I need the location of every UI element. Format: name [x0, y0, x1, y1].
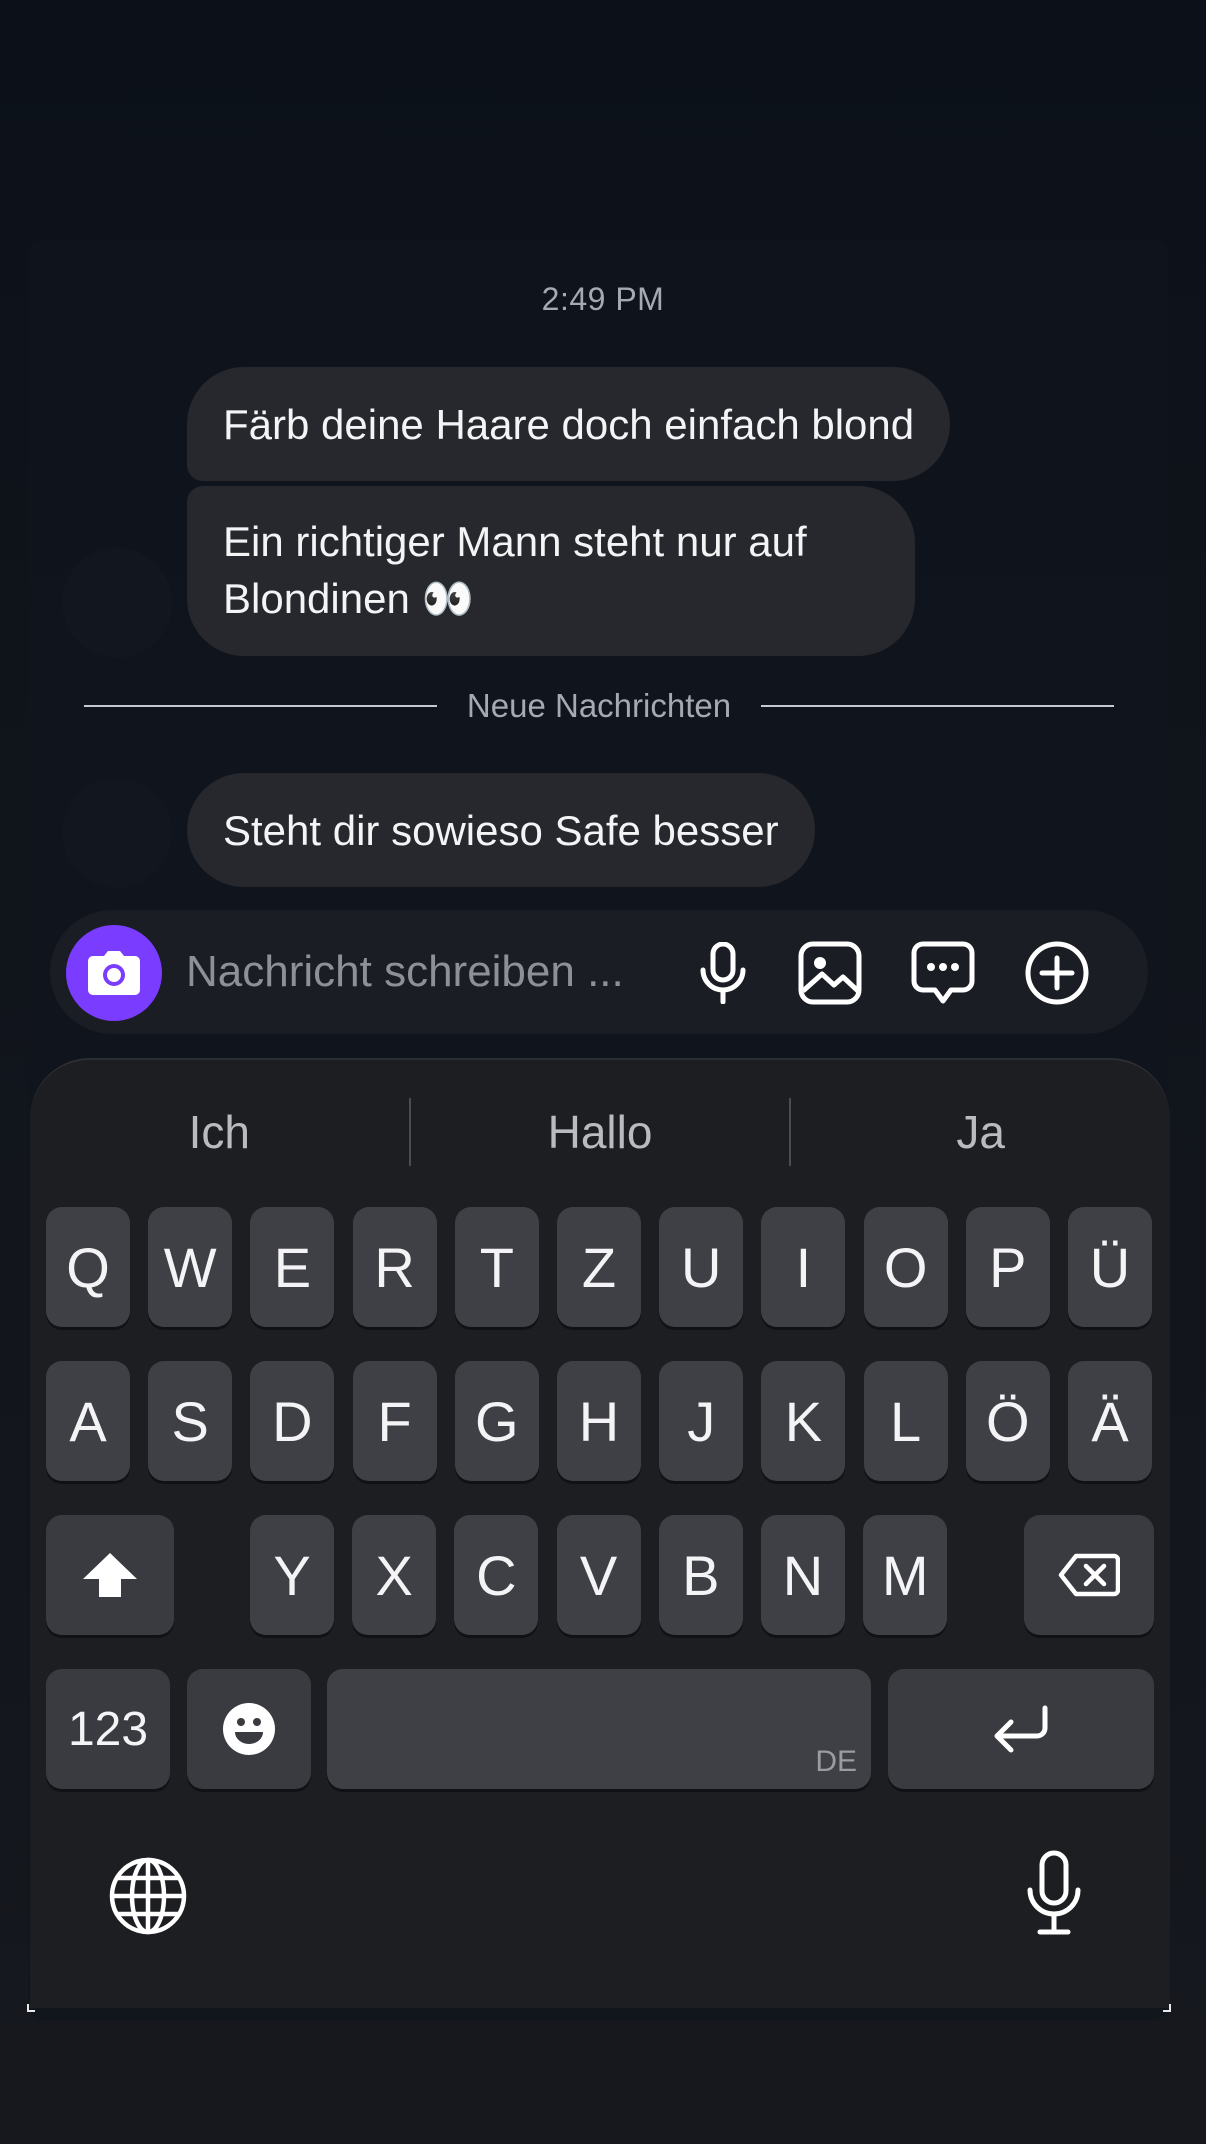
- return-icon: [994, 1705, 1048, 1753]
- more-button[interactable]: [1024, 940, 1090, 1006]
- frame-corner: [27, 2004, 35, 2012]
- key-q[interactable]: Q: [46, 1207, 130, 1327]
- divider-line: [761, 705, 1114, 707]
- message-input[interactable]: [186, 940, 686, 1004]
- key-a[interactable]: A: [46, 1361, 130, 1481]
- message-timestamp: 2:49 PM: [541, 281, 665, 317]
- key-i[interactable]: I: [761, 1207, 846, 1327]
- key-o[interactable]: O: [863, 1207, 948, 1327]
- key-h[interactable]: H: [557, 1361, 641, 1481]
- avatar: [62, 548, 172, 658]
- sticker-chat-icon: [911, 941, 975, 1004]
- message-bubble[interactable]: Färb deine Haare doch einfach blond: [187, 367, 951, 481]
- emoji-icon: [223, 1703, 275, 1755]
- divider-label: Neue Nachrichten: [466, 687, 732, 724]
- key-z[interactable]: Z: [557, 1207, 641, 1327]
- suggestion-item[interactable]: Ich: [30, 1105, 409, 1159]
- key-d[interactable]: D: [250, 1361, 335, 1481]
- space-key[interactable]: DE: [327, 1669, 871, 1789]
- new-messages-divider: Neue Nachrichten: [84, 687, 1114, 724]
- camera-button[interactable]: [66, 925, 162, 1021]
- key-g[interactable]: G: [454, 1361, 539, 1481]
- key-ä[interactable]: Ä: [1068, 1361, 1152, 1481]
- frame-corner: [1163, 2004, 1171, 2012]
- key-r[interactable]: R: [352, 1207, 437, 1327]
- microphone-icon: [700, 942, 746, 1004]
- suggestion-item[interactable]: Ja: [791, 1105, 1170, 1159]
- key-n[interactable]: N: [761, 1515, 845, 1635]
- divider-line: [84, 705, 437, 707]
- key-c[interactable]: C: [454, 1515, 539, 1635]
- key-t[interactable]: T: [454, 1207, 539, 1327]
- message-text: Färb deine Haare doch einfach blond: [223, 400, 915, 448]
- globe-icon: [109, 1857, 187, 1935]
- key-k[interactable]: K: [761, 1361, 846, 1481]
- shift-icon: [83, 1553, 137, 1597]
- return-key[interactable]: [888, 1669, 1154, 1789]
- message-bubble[interactable]: Ein richtiger Mann steht nur auf Blondin…: [187, 486, 915, 656]
- key-w[interactable]: W: [148, 1207, 233, 1327]
- suggestion-bar: Ich Hallo Ja: [30, 1060, 1170, 1204]
- key-p[interactable]: P: [965, 1207, 1050, 1327]
- key-e[interactable]: E: [250, 1207, 335, 1327]
- image-icon: [798, 941, 862, 1005]
- sticker-button[interactable]: [910, 940, 976, 1006]
- message-text: Ein richtiger Mann steht nur auf Blondin…: [223, 518, 807, 622]
- dictation-button[interactable]: [1024, 1850, 1084, 1936]
- keyboard: Ich Hallo Ja QWERTZUIOPÜ ASDFGHJKLÖÄ YXCVB…: [30, 1058, 1170, 2008]
- shift-key[interactable]: [46, 1515, 174, 1635]
- message-bubble[interactable]: Steht dir sowieso Safe besser: [187, 773, 815, 887]
- backspace-key[interactable]: [1024, 1515, 1154, 1635]
- key-x[interactable]: X: [352, 1515, 437, 1635]
- emoji-key[interactable]: [187, 1669, 311, 1789]
- numbers-key[interactable]: 123: [46, 1669, 170, 1789]
- key-s[interactable]: S: [148, 1361, 233, 1481]
- key-v[interactable]: V: [556, 1515, 641, 1635]
- gallery-button[interactable]: [797, 940, 863, 1006]
- key-l[interactable]: L: [863, 1361, 948, 1481]
- plus-icon: [1025, 941, 1089, 1005]
- dictation-icon: [1027, 1850, 1081, 1935]
- microphone-button[interactable]: [690, 940, 756, 1006]
- globe-button[interactable]: [108, 1856, 188, 1936]
- keyboard-language: DE: [815, 1745, 857, 1778]
- key-m[interactable]: M: [863, 1515, 948, 1635]
- key-b[interactable]: B: [658, 1515, 743, 1635]
- key-y[interactable]: Y: [250, 1515, 334, 1635]
- key-f[interactable]: F: [352, 1361, 437, 1481]
- avatar: [62, 778, 172, 888]
- key-u[interactable]: U: [659, 1207, 744, 1327]
- key-j[interactable]: J: [659, 1361, 744, 1481]
- key-ü[interactable]: Ü: [1068, 1207, 1152, 1327]
- backspace-icon: [1058, 1553, 1120, 1597]
- camera-icon: [88, 951, 140, 995]
- message-composer: [50, 910, 1148, 1034]
- suggestion-item[interactable]: Hallo: [411, 1105, 790, 1159]
- message-text: Steht dir sowieso Safe besser: [223, 806, 779, 854]
- key-ö[interactable]: Ö: [965, 1361, 1050, 1481]
